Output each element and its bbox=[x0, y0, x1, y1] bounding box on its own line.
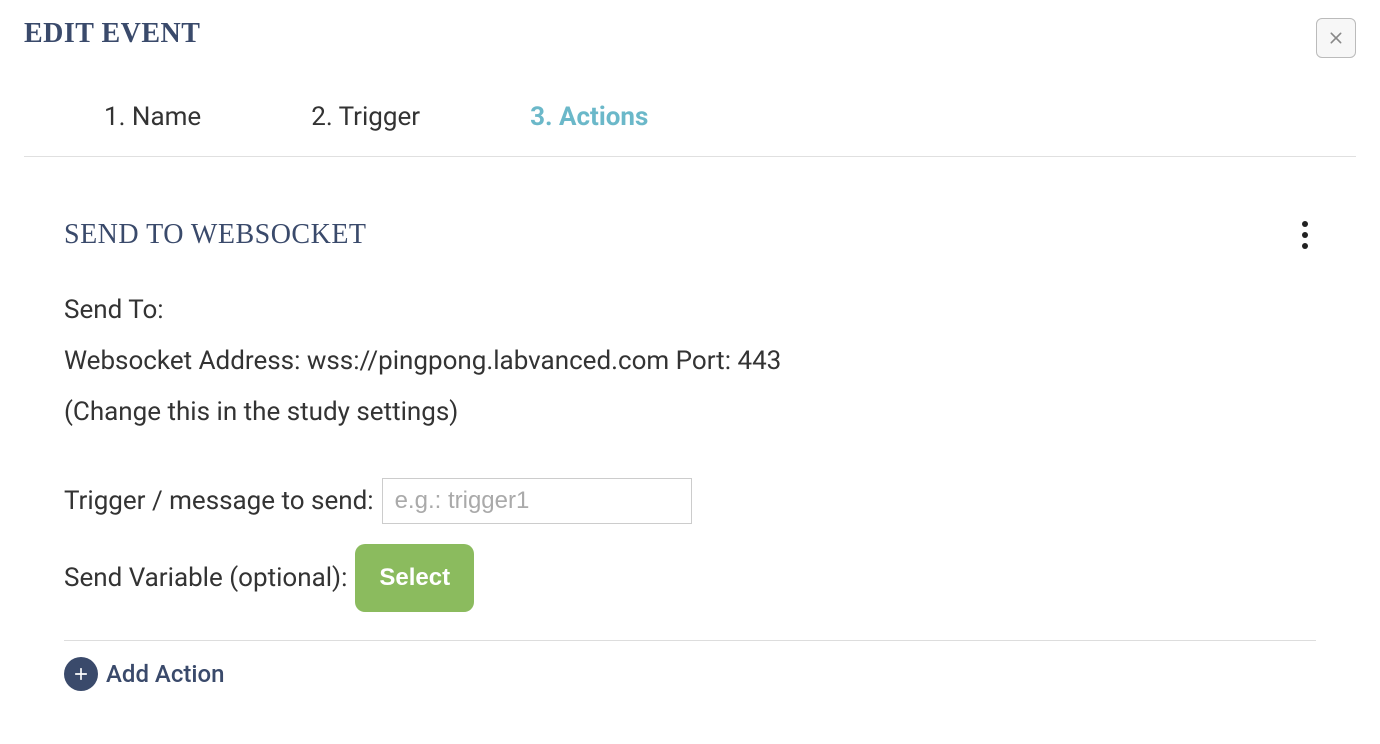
step-name[interactable]: 1. Name bbox=[104, 102, 201, 132]
close-icon bbox=[1326, 28, 1346, 48]
send-to-label: Send To: bbox=[64, 291, 1316, 330]
websocket-address-value: wss://pingpong.labvanced.com bbox=[307, 346, 669, 376]
action-block: SEND TO WEBSOCKET Send To: Websocket Add… bbox=[64, 217, 1316, 691]
action-menu-button[interactable] bbox=[1294, 217, 1316, 253]
trigger-label: Trigger / message to send: bbox=[64, 486, 374, 516]
add-action-label: Add Action bbox=[106, 660, 224, 688]
websocket-port-label: Port: bbox=[676, 346, 731, 376]
dialog-title: EDIT EVENT bbox=[24, 18, 200, 50]
websocket-address-line: Websocket Address: wss://pingpong.labvan… bbox=[64, 342, 1316, 381]
trigger-input[interactable] bbox=[382, 478, 692, 524]
step-actions[interactable]: 3. Actions bbox=[530, 102, 648, 132]
add-action-button[interactable]: Add Action bbox=[64, 657, 1316, 691]
plus-icon bbox=[64, 657, 98, 691]
close-button[interactable] bbox=[1316, 18, 1356, 58]
send-variable-label: Send Variable (optional): bbox=[64, 563, 347, 593]
kebab-icon bbox=[1302, 243, 1308, 249]
action-title: SEND TO WEBSOCKET bbox=[64, 219, 367, 251]
divider bbox=[64, 640, 1316, 641]
websocket-address-label: Websocket Address: bbox=[64, 346, 300, 376]
kebab-icon bbox=[1302, 232, 1308, 238]
websocket-port-value: 443 bbox=[737, 346, 781, 376]
step-trigger[interactable]: 2. Trigger bbox=[311, 102, 420, 132]
websocket-note: (Change this in the study settings) bbox=[64, 393, 1316, 432]
select-variable-button[interactable]: Select bbox=[355, 544, 474, 612]
step-nav: 1. Name 2. Trigger 3. Actions bbox=[24, 58, 1356, 157]
kebab-icon bbox=[1302, 221, 1308, 227]
